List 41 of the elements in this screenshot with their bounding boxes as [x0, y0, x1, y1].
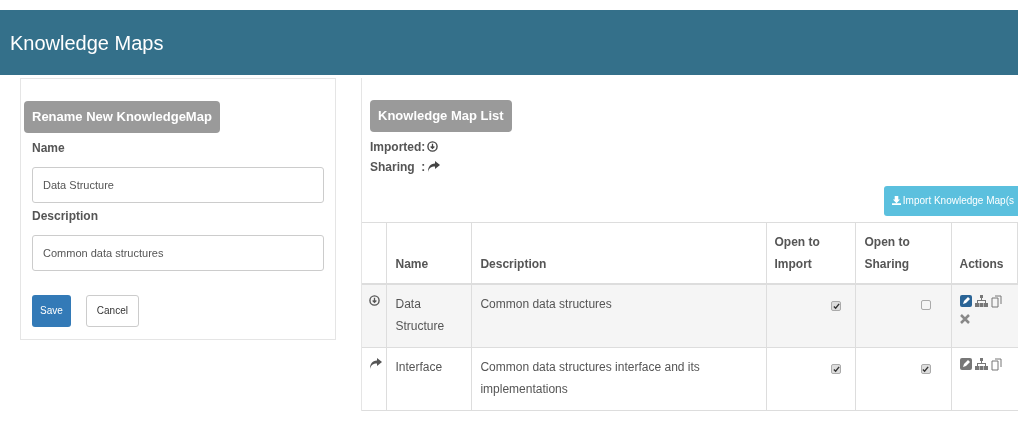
save-button[interactable]: Save	[32, 294, 71, 327]
share-arrow-icon	[427, 161, 441, 172]
cancel-button[interactable]: Cancel	[85, 294, 139, 327]
download-circle-icon	[427, 141, 439, 152]
column-header: Actions	[959, 255, 1005, 273]
legend-label: Imported:	[370, 138, 426, 156]
edit-icon[interactable]	[959, 357, 972, 370]
description-cell: Common data structures interface and its implementations	[480, 359, 700, 396]
hierarchy-icon[interactable]	[974, 357, 988, 370]
download-icon	[891, 196, 901, 205]
page-title: Knowledge Maps	[10, 30, 164, 56]
delete-icon[interactable]	[959, 313, 970, 324]
name-cell: Interface	[395, 359, 443, 374]
table-row[interactable]: Data Structure Common data structures	[362, 283, 1018, 347]
description-field[interactable]: Common data structures	[32, 234, 324, 271]
checkbox[interactable]	[831, 301, 842, 311]
check-icon	[922, 365, 929, 373]
legend-label: Sharing :	[370, 158, 426, 176]
copy-icon[interactable]	[990, 294, 1003, 308]
field-label: Name	[32, 139, 66, 157]
column-header: Description	[480, 255, 548, 273]
column-header: Open to Import	[774, 233, 821, 273]
checkbox[interactable]	[920, 364, 931, 374]
hierarchy-icon[interactable]	[974, 294, 988, 307]
table-row[interactable]: Interface Common data structures interface and its implementations	[362, 347, 1018, 410]
check-icon	[833, 365, 840, 373]
check-icon	[833, 302, 840, 310]
column-header: Name	[395, 255, 430, 273]
description-cell: Common data structures	[480, 296, 612, 311]
edit-icon[interactable]	[959, 294, 972, 307]
copy-icon[interactable]	[990, 357, 1003, 371]
share-arrow-icon	[369, 357, 382, 369]
panel-heading: Rename New KnowledgeMap	[24, 101, 220, 133]
name-cell: Data Structure	[395, 296, 445, 333]
column-header: Open to Sharing	[864, 233, 911, 273]
field-label: Description	[32, 207, 99, 225]
checkbox[interactable]	[920, 299, 931, 310]
name-field[interactable]: Data Structure	[32, 166, 324, 203]
checkbox[interactable]	[831, 364, 842, 374]
download-circle-icon	[369, 294, 380, 306]
panel-heading: Knowledge Map List	[370, 100, 512, 132]
